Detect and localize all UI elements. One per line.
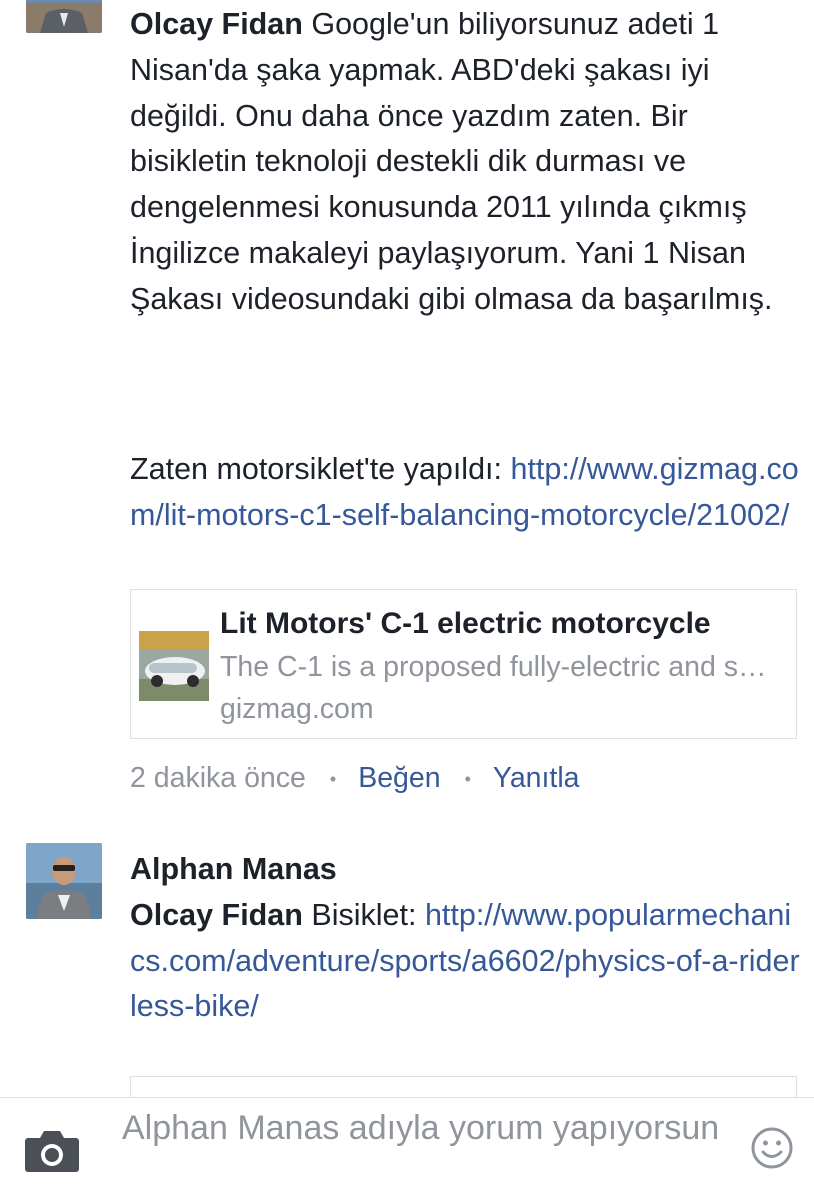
link-preview-thumbnail: [139, 631, 209, 701]
commenter-name[interactable]: Alphan Manas: [130, 847, 800, 893]
reply-button[interactable]: Yanıtla: [493, 762, 580, 794]
camera-icon[interactable]: [24, 1126, 80, 1174]
comment-meta: 2 dakika önce • Beğen • Yanıtla: [130, 757, 580, 800]
comment-composer: Alphan Manas adıyla yorum yapıyorsun: [0, 1097, 814, 1200]
comment-text: Alphan Manas Olcay Fidan Bisiklet: http:…: [130, 847, 800, 1030]
comment-input[interactable]: Alphan Manas adıyla yorum yapıyorsun: [122, 1106, 722, 1151]
link-preview-title: Lit Motors' C-1 electric motorcycle: [220, 607, 711, 640]
separator-dot: •: [329, 769, 337, 790]
like-button[interactable]: Beğen: [358, 762, 440, 794]
link-preview-description: The C-1 is a proposed fully-electric and…: [220, 651, 780, 683]
comment-body-text: Bisiklet:: [311, 897, 417, 932]
comment-body-text-2: Zaten motorsiklet'te yapıldı:: [130, 452, 502, 486]
avatar[interactable]: [26, 0, 102, 33]
separator-dot: •: [464, 769, 471, 790]
comment-author[interactable]: Olcay Fidan: [130, 7, 303, 41]
comment-text: Olcay Fidan Google'un biliyorsunuz adeti…: [130, 2, 800, 323]
avatar[interactable]: [26, 843, 102, 919]
comment-timestamp: 2 dakika önce: [130, 762, 306, 794]
smiley-icon[interactable]: [750, 1126, 794, 1170]
comment-link-line: Zaten motorsiklet'te yapıldı: http://www…: [130, 447, 800, 539]
link-preview-domain: gizmag.com: [220, 693, 374, 725]
comment-body-text: Google'un biliyorsunuz adeti 1 Nisan'da …: [130, 7, 773, 316]
link-preview-card[interactable]: Lit Motors' C-1 electric motorcycle The …: [130, 589, 797, 739]
mention[interactable]: Olcay Fidan: [130, 898, 303, 932]
